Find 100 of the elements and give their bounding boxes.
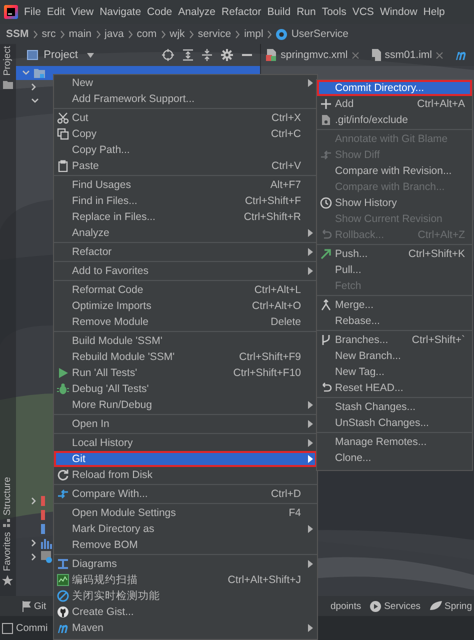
menu-item[interactable]: Reformat Code Ctrl+Alt+L [54, 282, 317, 298]
menu-item[interactable]: Edit [46, 6, 66, 18]
tool-window-button[interactable]: Services [370, 600, 421, 612]
menu-item[interactable]: 编码规约扫描 Ctrl+Alt+Shift+J [54, 572, 317, 588]
breadcrumb-item[interactable]: UserService [291, 28, 349, 40]
tool-window-tab[interactable]: Project [2, 46, 14, 76]
menu-item[interactable]: Branches... Ctrl+Shift+` [317, 332, 472, 348]
clipboard-icon [57, 160, 69, 172]
breadcrumb-item[interactable]: src [42, 28, 56, 40]
menu-item[interactable]: Cut Ctrl+X [54, 110, 317, 126]
shortcut-text: Ctrl+V [270, 160, 302, 172]
tool-window-tab[interactable]: Structure [2, 476, 14, 516]
menu-item[interactable]: Find in Files... Ctrl+Shift+F [54, 193, 317, 209]
menu-item[interactable]: Refactor [54, 244, 317, 260]
shortcut-text: Ctrl+Alt+O [250, 300, 302, 312]
editor-tab[interactable]: ssm01.iml [366, 44, 448, 66]
menu-item[interactable]: Copy Ctrl+C [54, 126, 317, 142]
menu-item[interactable]: Stash Changes... [317, 399, 472, 415]
breadcrumb-item[interactable]: impl [244, 28, 264, 40]
tool-window-button[interactable]: dpoints [330, 600, 362, 612]
menu-item[interactable]: 关闭实时检测功能 [54, 588, 317, 604]
menu-item[interactable]: Compare with Revision... [317, 163, 472, 179]
diff-arrows-icon [320, 149, 332, 161]
breadcrumb-item[interactable]: main [68, 28, 92, 40]
menu-item[interactable]: Merge... [317, 297, 472, 313]
menu-item[interactable]: .git/info/exclude [317, 112, 472, 128]
menu-item[interactable]: Rebase... [317, 313, 472, 329]
menu-item[interactable]: More Run/Debug [54, 397, 317, 413]
breadcrumb-item[interactable]: service [198, 28, 232, 40]
window-icon [26, 50, 38, 60]
chevron-down-icon [30, 98, 39, 104]
prohibited-icon [57, 590, 69, 602]
tool-window-button[interactable]: Spring [430, 600, 472, 612]
menu-item[interactable]: Create Gist... [54, 604, 317, 620]
panel-title[interactable]: Project [44, 49, 78, 61]
shortcut-text: Ctrl+Shift+F [244, 195, 302, 207]
menu-item[interactable]: Refactor [222, 6, 262, 18]
menu-item[interactable]: Remove BOM [54, 537, 317, 553]
menu-item[interactable]: Run 'All Tests' Ctrl+Shift+F10 [54, 365, 317, 381]
menu-item[interactable]: Tools [322, 6, 346, 18]
menu-item[interactable]: Paste Ctrl+V [54, 158, 317, 174]
menu-item[interactable]: File [24, 6, 41, 18]
breadcrumb-item[interactable]: wjk [170, 28, 185, 40]
chevron-icon [188, 30, 194, 38]
tool-window-button[interactable]: Commi [2, 622, 48, 634]
menu-item[interactable]: Copy Path... [54, 142, 317, 158]
menu-item[interactable]: Build [267, 6, 291, 18]
menu-item[interactable]: Reset HEAD... [317, 380, 472, 396]
tool-window-tab[interactable]: Favorites [2, 532, 14, 572]
chevron-icon [32, 30, 38, 38]
menu-item[interactable]: Optimize Imports Ctrl+Alt+O [54, 298, 317, 314]
menu-item[interactable]: Maven [54, 620, 317, 636]
menu-item[interactable]: Pull... [317, 262, 472, 278]
menu-item[interactable]: Navigate [100, 6, 142, 18]
menu-item[interactable]: Code [147, 6, 172, 18]
menu-item[interactable]: Find Usages Alt+F7 [54, 177, 317, 193]
breadcrumb-item[interactable]: SSM [6, 28, 29, 40]
menu-item[interactable]: Push... Ctrl+Shift+K [317, 246, 472, 262]
menu-item[interactable]: Mark Directory as [54, 521, 317, 537]
menu-item[interactable]: Window [380, 6, 418, 18]
submenu-arrow-icon [308, 420, 312, 428]
editor-tab[interactable]: springmvc.xml [260, 44, 364, 66]
play-circle-icon [370, 600, 382, 612]
menu-item[interactable]: Git [54, 451, 317, 467]
menu-item[interactable]: Open In [54, 416, 317, 432]
menu-item[interactable]: View [71, 6, 94, 18]
menu-item[interactable]: Add Ctrl+Alt+A [317, 96, 472, 112]
menu-item[interactable]: Commit Directory... [317, 80, 472, 96]
menu-item[interactable]: Clone... [317, 450, 472, 466]
branch-icon [320, 334, 332, 346]
menu-item[interactable]: Show History [317, 195, 472, 211]
menu-item[interactable]: Replace in Files... Ctrl+Shift+R [54, 209, 317, 225]
menu-item[interactable]: Analyze [54, 225, 317, 241]
menu-item[interactable]: Add to Favorites [54, 263, 317, 279]
breadcrumb-item[interactable]: java [104, 28, 124, 40]
shortcut-text: Ctrl+Shift+R [242, 211, 302, 223]
shortcut-text: Ctrl+Shift+F10 [232, 367, 302, 379]
tool-window-button[interactable]: Git [22, 600, 46, 612]
menu-item[interactable]: Local History [54, 435, 317, 451]
menu-item[interactable]: Add Framework Support... [54, 91, 317, 107]
menu-item[interactable]: VCS [352, 6, 374, 18]
menu-item[interactable]: Debug 'All Tests' [54, 381, 317, 397]
menu-item[interactable]: Remove Module Delete [54, 314, 317, 330]
menu-item[interactable]: Reload from Disk [54, 467, 317, 483]
menu-item[interactable]: Compare With... Ctrl+D [54, 486, 317, 502]
menu-item[interactable]: Manage Remotes... [317, 434, 472, 450]
menu-item[interactable]: Rebuild Module 'SSM' Ctrl+Shift+F9 [54, 349, 317, 365]
menu-item[interactable]: Analyze [178, 6, 216, 18]
menu-item[interactable]: New Tag... [317, 364, 472, 380]
chevron-icon [160, 30, 166, 38]
menu-item[interactable]: UnStash Changes... [317, 415, 472, 431]
menu-item[interactable]: Diagrams [54, 556, 317, 572]
menu-item[interactable]: Build Module 'SSM' [54, 333, 317, 349]
menu-item[interactable]: Open Module Settings F4 [54, 505, 317, 521]
menu-item[interactable]: New Branch... [317, 348, 472, 364]
menu-item[interactable]: Run [296, 6, 316, 18]
caret-icon [86, 52, 94, 58]
breadcrumb-item[interactable]: com [136, 28, 157, 40]
clock-icon [320, 197, 332, 209]
menu-item[interactable]: Help [423, 6, 445, 18]
